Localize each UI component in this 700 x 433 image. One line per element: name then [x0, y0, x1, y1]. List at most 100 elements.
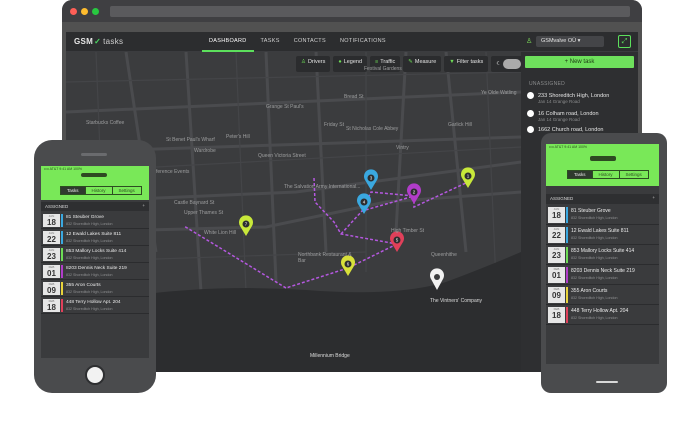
map-label: Grange St Paul's: [266, 104, 304, 110]
close-window-icon[interactable]: [70, 8, 77, 15]
date-badge: FEB 18: [43, 299, 60, 312]
task-list-item[interactable]: FEB 01 8203 Dennis Neck Suite 219 832 Shore…: [546, 265, 659, 285]
map-label: The Vintners' Company: [430, 298, 482, 304]
drivers-label: Drivers: [307, 59, 326, 65]
measure-icon: ✎: [408, 59, 413, 65]
app-logo[interactable]: GSM✓ tasks: [74, 37, 123, 46]
account-select[interactable]: GSMvalve OÜ ▾: [536, 36, 604, 47]
task-list-item[interactable]: JAN 22 12 Ewald Lakes Suite 811 832 Shoredi…: [41, 229, 149, 246]
phone-frame: •••• AT&T 9:41 AM 100% Tasks History Set…: [34, 140, 156, 393]
task-list-item[interactable]: JAN 18 81 Steuber Grove 832 Shoreditch High…: [546, 205, 659, 225]
task-color-bar: [566, 287, 568, 303]
task-list-item[interactable]: FEB 09 355 Aron Courts 832 Shoreditch High,…: [546, 285, 659, 305]
drivers-button[interactable]: ♙ Drivers: [296, 56, 331, 72]
map-label: Ye Olde Watling: [481, 90, 517, 96]
add-icon[interactable]: +: [652, 195, 655, 200]
tablet-tabs: Tasks History Settings: [567, 170, 649, 179]
date-badge: FEB 01: [548, 267, 565, 283]
nav-dashboard[interactable]: DASHBOARD: [202, 32, 254, 52]
task-list-item[interactable]: FEB 18 448 Terry Hollow Apt. 204 832 Shored…: [41, 297, 149, 314]
task-subtitle: 832 Shoreditch High, London: [571, 275, 618, 280]
date-day: 01: [47, 269, 56, 278]
filter-tasks-button[interactable]: ▼ Filter tasks: [444, 56, 489, 72]
legend-button[interactable]: ● Legend: [333, 56, 368, 72]
tab-history[interactable]: History: [86, 187, 113, 194]
tab-tasks[interactable]: Tasks: [61, 187, 86, 194]
status-bar: •••• AT&T 9:41 AM 100%: [44, 167, 83, 171]
header-handle: [590, 156, 616, 161]
add-icon[interactable]: +: [142, 203, 145, 208]
measure-label: Measure: [414, 59, 437, 65]
date-day: 23: [47, 252, 56, 261]
unassigned-task[interactable]: 16 Colham road, London Jan 14 Grange Road: [527, 110, 599, 122]
tablet-screen: •••• AT&T 9:41 AM 100% Tasks History Set…: [546, 144, 659, 364]
radio-button[interactable]: [527, 92, 534, 99]
date-day: 18: [552, 311, 561, 320]
filter-tasks-label: Filter tasks: [456, 59, 484, 65]
new-task-button[interactable]: + New task: [525, 56, 634, 68]
nav-notifications[interactable]: NOTIFICATIONS: [333, 32, 393, 52]
night-mode-toggle[interactable]: ☾: [491, 56, 521, 72]
logo-text: GSM: [74, 37, 94, 46]
date-day: 18: [552, 211, 561, 220]
measure-button[interactable]: ✎ Measure: [403, 56, 442, 72]
unassigned-task[interactable]: 233 Shoreditch High, London Jan 14 Grange…: [527, 92, 609, 104]
task-list-item[interactable]: FEB 01 8203 Dennis Neck Suite 219 832 Shore…: [41, 263, 149, 280]
task-list-item[interactable]: JAN 23 853 Mallory Locks Suite 414 832 Shor…: [546, 245, 659, 265]
radio-button[interactable]: [527, 110, 534, 117]
date-day: 09: [552, 291, 561, 300]
date-day: 23: [552, 251, 561, 260]
date-badge: JAN 18: [548, 207, 565, 223]
task-title: 448 Terry Hollow Apt. 204: [571, 308, 629, 314]
map-label: The Salvation Army International...: [284, 184, 361, 190]
task-list-item[interactable]: JAN 18 81 Steuber Grove 832 Shoreditch High…: [41, 212, 149, 229]
task-list-item[interactable]: JAN 23 853 Mallory Locks Suite 414 832 Shor…: [41, 246, 149, 263]
task-title: 448 Terry Hollow Apt. 204: [66, 300, 121, 305]
task-color-bar: [61, 248, 63, 261]
header-handle: [81, 173, 107, 177]
address-bar[interactable]: [110, 6, 630, 17]
phone-speaker: [81, 153, 107, 156]
map-label: Festival Gardens: [364, 66, 402, 72]
task-subtitle: 832 Shoreditch High, London: [571, 295, 618, 300]
legend-label: Legend: [343, 59, 363, 65]
expand-icon[interactable]: ⤢: [618, 35, 631, 48]
minimize-window-icon[interactable]: [81, 8, 88, 15]
date-badge: JAN 22: [43, 231, 60, 244]
map-label: Friday St: [324, 122, 345, 128]
nav-tasks[interactable]: TASKS: [254, 32, 287, 52]
date-day: 22: [47, 235, 56, 244]
task-color-bar: [61, 265, 63, 278]
radio-button[interactable]: [527, 126, 534, 133]
phone-screen: •••• AT&T 9:41 AM 100% Tasks History Set…: [41, 166, 149, 358]
tab-tasks[interactable]: Tasks: [568, 171, 593, 178]
unassigned-task[interactable]: 1662 Church road, London: [527, 126, 603, 133]
task-list-item[interactable]: FEB 09 355 Aron Courts 832 Shoreditch High,…: [41, 280, 149, 297]
task-list-item[interactable]: JAN 22 12 Ewald Lakes Suite 811 832 Shoredi…: [546, 225, 659, 245]
task-title: 8203 Dennis Neck Suite 219: [571, 268, 635, 274]
user-icon: ♙: [301, 59, 306, 65]
filter-icon: ▼: [449, 59, 455, 65]
tablet-header: •••• AT&T 9:41 AM 100% Tasks History Set…: [546, 144, 659, 186]
assigned-label: ASSIGNED: [45, 204, 69, 209]
task-subtitle: 832 Shoreditch High, London: [66, 239, 113, 243]
nav-contacts[interactable]: CONTACTS: [287, 32, 333, 52]
moon-icon: ☾: [496, 61, 502, 67]
tab-settings[interactable]: Settings: [113, 187, 141, 194]
tab-settings[interactable]: Settings: [620, 171, 648, 178]
home-button[interactable]: [85, 365, 105, 385]
task-subtitle: 832 Shoreditch High, London: [571, 315, 618, 320]
date-badge: JAN 18: [43, 214, 60, 227]
maximize-window-icon[interactable]: [92, 8, 99, 15]
task-list-item[interactable]: FEB 18 448 Terry Hollow Apt. 204 832 Shored…: [546, 305, 659, 325]
toggle-switch[interactable]: [503, 59, 521, 69]
home-indicator[interactable]: [596, 381, 618, 383]
date-badge: JAN 23: [43, 248, 60, 261]
map-label: Garlick Hill: [448, 122, 472, 128]
task-title: 81 Steuber Grove: [571, 208, 611, 214]
task-color-bar: [566, 207, 568, 223]
tab-history[interactable]: History: [593, 171, 620, 178]
assigned-label: ASSIGNED: [550, 196, 574, 201]
browser-chrome: [62, 0, 642, 22]
phone-header: •••• AT&T 9:41 AM 100% Tasks History Set…: [41, 166, 149, 200]
